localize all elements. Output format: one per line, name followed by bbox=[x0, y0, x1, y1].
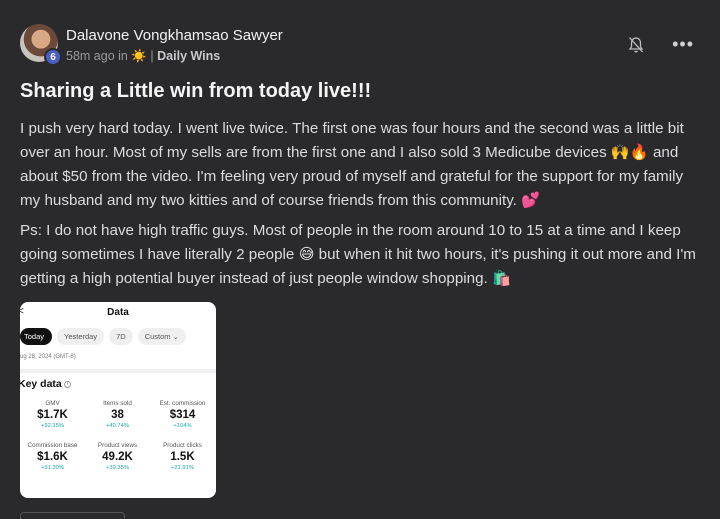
post-body-paragraph-2: Ps: I do not have high traffic guys. Mos… bbox=[20, 222, 696, 287]
key-data-title: Key data i bbox=[20, 378, 71, 390]
metric-gmv: GMV $1.7K +92.35% bbox=[37, 400, 68, 429]
post-body-paragraph-1: I push very hard today. I went live twic… bbox=[20, 120, 684, 209]
post-time: 58m ago in bbox=[66, 49, 128, 63]
tab-7d: 7D bbox=[109, 328, 133, 345]
tab-yesterday: Yesterday bbox=[57, 328, 105, 345]
metric-product-clicks: Product clicks 1.5K +21.91% bbox=[163, 442, 202, 471]
date-range-tabs: Today Yesterday 7D Custom ⌄ bbox=[20, 328, 186, 345]
bell-off-icon[interactable] bbox=[628, 36, 644, 54]
info-icon: i bbox=[63, 380, 71, 388]
metric-est-commission: Est. commission $314 +104% bbox=[159, 400, 206, 429]
date-label: ug 28, 2024 (GMT-8) bbox=[20, 354, 76, 360]
divider bbox=[20, 369, 216, 373]
post-title: Sharing a Little win from today live!!! bbox=[20, 80, 372, 102]
more-options-icon[interactable]: ••• bbox=[672, 34, 694, 55]
attached-image[interactable]: < Data Today Yesterday 7D Custom ⌄ ug 28… bbox=[20, 302, 216, 498]
metric-items-sold: Items sold 38 +40.74% bbox=[103, 400, 132, 429]
author-name[interactable]: Dalavone Vongkhamsao Sawyer bbox=[66, 27, 283, 44]
group-link[interactable]: Daily Wins bbox=[157, 49, 220, 63]
post-header: 6 Dalavone Vongkhamsao Sawyer 58m ago in… bbox=[20, 24, 700, 68]
metric-product-views: Product views 49.2K +39.35% bbox=[97, 442, 138, 471]
sun-icon: ☀️ bbox=[131, 49, 147, 63]
reaction-bar[interactable] bbox=[20, 512, 125, 519]
metric-commission-base: Commission base $1.6K +91.30% bbox=[27, 442, 78, 471]
tab-today: Today bbox=[20, 328, 53, 345]
tab-custom: Custom ⌄ bbox=[137, 328, 186, 345]
level-badge: 6 bbox=[44, 48, 62, 66]
post-meta: 58m ago in ☀️ | Daily Wins bbox=[66, 49, 220, 64]
data-screen-title: Data bbox=[107, 307, 129, 318]
